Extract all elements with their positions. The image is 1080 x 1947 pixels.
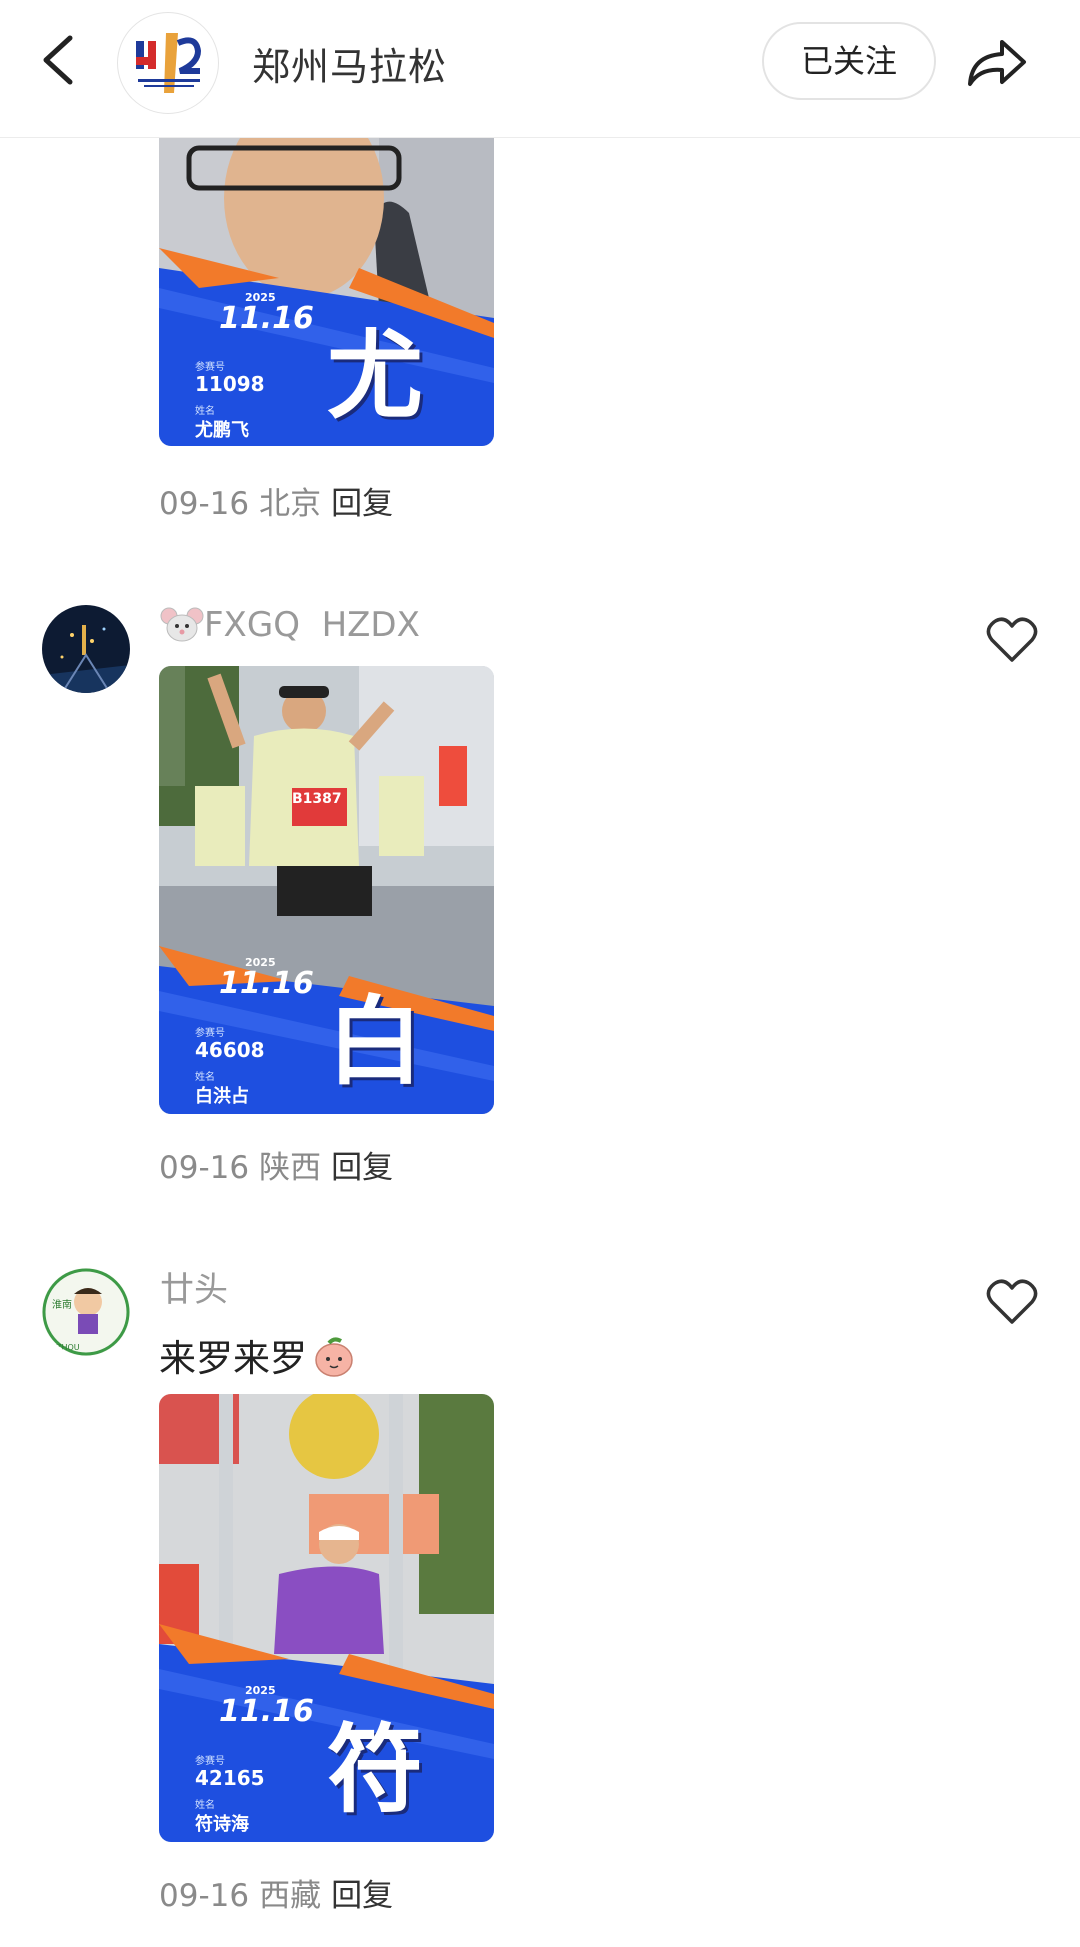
reply-button[interactable]: 回复: [331, 1150, 393, 1186]
race-date: 11.16: [219, 301, 314, 336]
name-label: 姓名: [195, 406, 215, 417]
back-button[interactable]: [32, 28, 88, 92]
mouse-face-emoji: [160, 607, 204, 642]
svg-text:淮南: 淮南: [52, 1298, 72, 1311]
race-date: 11.16: [219, 1694, 314, 1729]
bib-number: 11098: [195, 372, 265, 396]
comment-username[interactable]: FXGQ HZDX: [160, 604, 420, 645]
comment-date: 09-16: [159, 1150, 250, 1186]
svg-text:ZHOU: ZHOU: [56, 1343, 80, 1352]
cartoon-runner-avatar: 淮南 ZHOU: [42, 1268, 130, 1356]
share-button[interactable]: [962, 30, 1032, 94]
post-image[interactable]: B1387 11.16 2025 参赛号 46608 姓名 白洪占 白: [159, 666, 494, 1114]
surname-character: 白: [327, 985, 423, 1098]
comment-username[interactable]: 廿头: [160, 1262, 228, 1311]
share-arrow-icon: [968, 40, 1026, 86]
heart-outline-icon: [986, 1279, 1038, 1324]
bib-number: 46608: [195, 1038, 265, 1062]
comment-meta: 09-16 北京 回复: [159, 478, 393, 523]
bib-label: 参赛号: [195, 1756, 225, 1767]
runner-name: 符诗海: [195, 1814, 249, 1835]
comment-location: 陕西: [259, 1150, 322, 1186]
name-label: 姓名: [195, 1800, 215, 1811]
comment-body: 来罗来罗: [159, 1337, 307, 1380]
like-button[interactable]: [986, 1278, 1038, 1326]
username-text: FXGQ HZDX: [204, 605, 420, 645]
top-bar: 郑州马拉松 已关注: [0, 0, 1080, 138]
comment-location: 西藏: [259, 1878, 322, 1914]
comment-meta: 09-16 西藏 回复: [159, 1870, 393, 1915]
like-button[interactable]: [986, 616, 1038, 664]
avatar[interactable]: 淮南 ZHOU: [42, 1268, 130, 1356]
bib-label: 参赛号: [195, 362, 225, 373]
race-date: 11.16: [219, 966, 314, 1001]
race-year: 2025: [245, 291, 276, 304]
comment-meta: 09-16 陕西 回复: [159, 1142, 393, 1187]
bib-number: 42165: [195, 1766, 265, 1790]
peach-emoji: [315, 1337, 353, 1377]
follow-button[interactable]: 已关注: [762, 22, 936, 100]
account-logo[interactable]: [117, 12, 219, 114]
bib-label: 参赛号: [195, 1028, 225, 1039]
city-night-avatar: [42, 605, 130, 693]
comment-date: 09-16: [159, 486, 250, 522]
reply-button[interactable]: 回复: [331, 486, 393, 522]
race-year: 2025: [245, 1684, 276, 1697]
surname-character: 符: [327, 1713, 423, 1826]
comment-location: 北京: [259, 486, 322, 522]
page-title: 郑州马拉松: [252, 45, 448, 89]
heart-outline-icon: [986, 617, 1038, 662]
chevron-left-icon: [43, 35, 73, 85]
marathon-logo-icon: [136, 33, 202, 93]
race-year: 2025: [245, 956, 276, 969]
post-image[interactable]: 11.16 2025 参赛号 42165 姓名 符诗海 符: [159, 1394, 494, 1842]
avatar[interactable]: [42, 605, 130, 693]
post-image[interactable]: 11.16 2025 参赛号 11098 姓名 尤鹏飞 尤: [159, 138, 494, 446]
reply-button[interactable]: 回复: [331, 1878, 393, 1914]
comment-date: 09-16: [159, 1878, 250, 1914]
name-label: 姓名: [195, 1072, 215, 1083]
runner-name: 尤鹏飞: [195, 420, 249, 441]
shirt-bib-number: B1387: [292, 791, 342, 807]
surname-character: 尤: [327, 319, 423, 432]
comment-text: 来罗来罗: [159, 1328, 357, 1382]
runner-name: 白洪占: [195, 1086, 249, 1107]
